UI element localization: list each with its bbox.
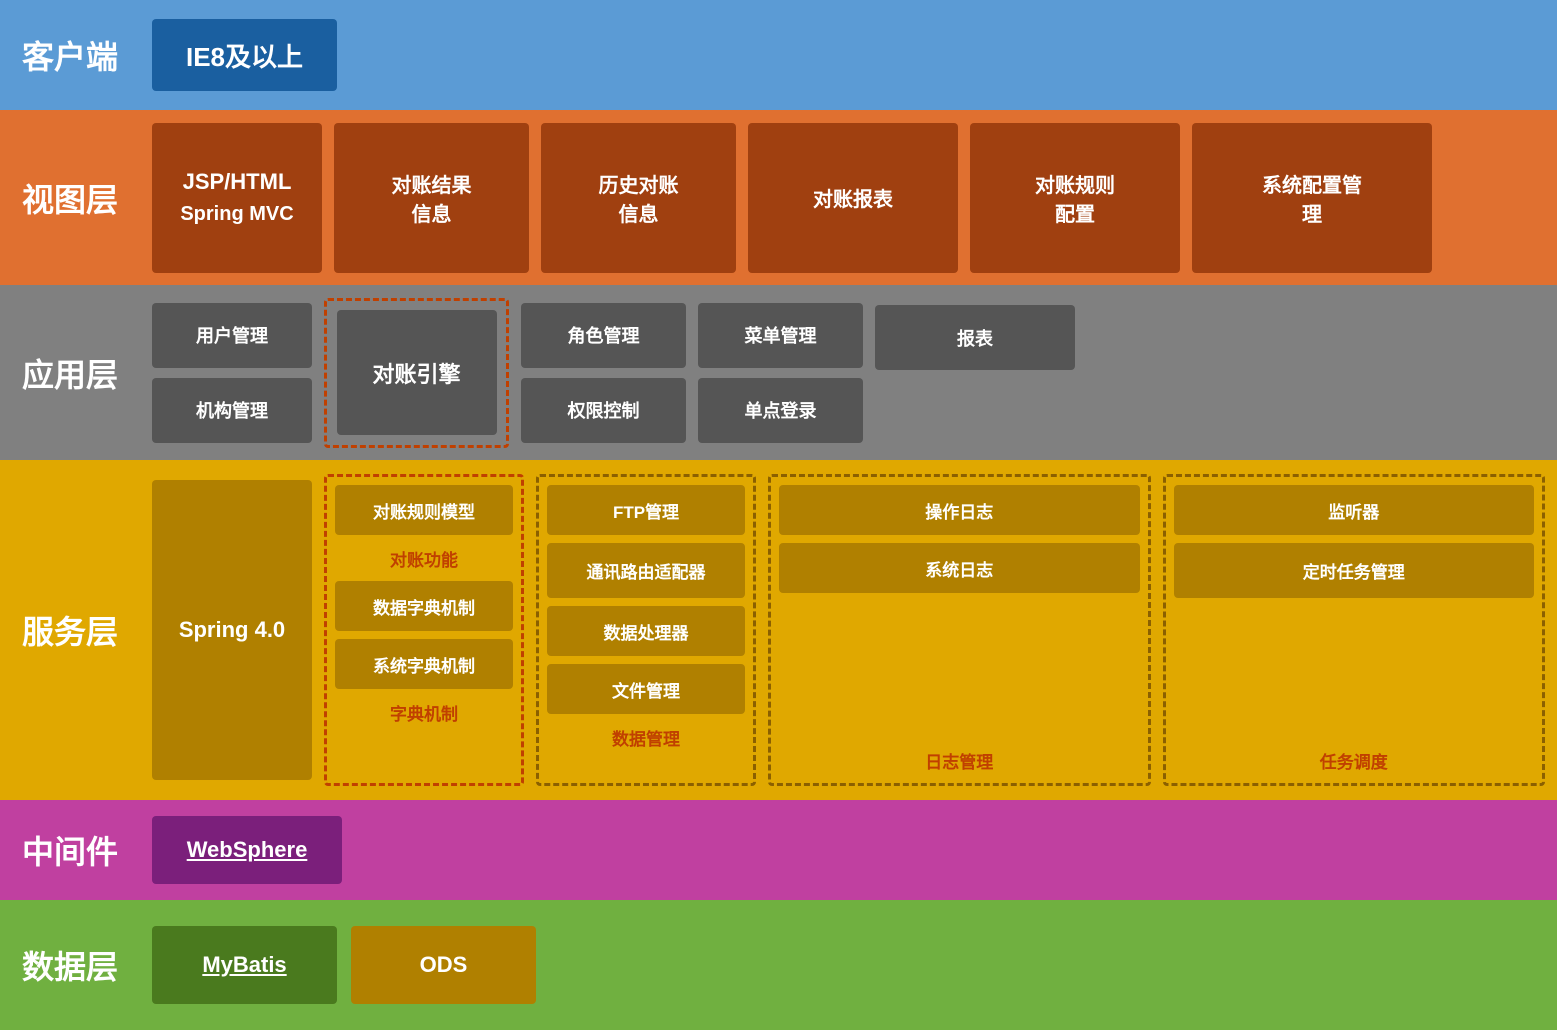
app-left-col: 用户管理 机构管理 (152, 303, 312, 443)
app-mid-col: 角色管理 权限控制 (521, 303, 686, 443)
menu-manage-box: 菜单管理 (698, 303, 863, 368)
role-manage-box: 角色管理 (521, 303, 686, 368)
task-schedule-label: 任务调度 (1174, 745, 1535, 775)
file-manage: 文件管理 (547, 664, 745, 714)
view-box-1: 对账结果信息 (334, 123, 529, 273)
websphere-box: WebSphere (152, 816, 342, 884)
org-manage-box: 机构管理 (152, 378, 312, 443)
reconcile-func-label: 对账功能 (335, 543, 513, 573)
app-label: 应用层 (0, 285, 140, 460)
spring-box: Spring 4.0 (152, 480, 312, 780)
view-tech-box: JSP/HTML Spring MVC (152, 123, 322, 273)
reconcile-engine-box: 对账引擎 (337, 310, 497, 435)
data-dict-mechanism: 数据字典机制 (335, 581, 513, 631)
timer-task: 定时任务管理 (1174, 543, 1535, 598)
service-dashed-4: 监听器 定时任务管理 任务调度 (1163, 474, 1546, 786)
service-dashed-3: 操作日志 系统日志 日志管理 (768, 474, 1151, 786)
data-row: 数据层 MyBatis ODS (0, 900, 1557, 1030)
view-box-4: 对账规则配置 (970, 123, 1180, 273)
middleware-label: 中间件 (0, 800, 140, 900)
view-tech-line2: Spring MVC (180, 203, 293, 226)
view-box-5: 系统配置管理 (1192, 123, 1432, 273)
architecture-diagram: 客户端 IE8及以上 视图层 JSP/HTML Spring MVC 对账结果信… (0, 0, 1557, 1030)
app-right-col: 菜单管理 单点登录 (698, 303, 863, 443)
sys-dict-mechanism: 系统字典机制 (335, 639, 513, 689)
client-label: 客户端 (0, 0, 140, 110)
view-box-3: 对账报表 (748, 123, 958, 273)
service-dashed-2: FTP管理 通讯路由适配器 数据处理器 文件管理 数据管理 (536, 474, 756, 786)
reconcile-rule-model: 对账规则模型 (335, 485, 513, 535)
client-row: 客户端 IE8及以上 (0, 0, 1557, 110)
service-label: 服务层 (0, 460, 140, 800)
log-manage-label: 日志管理 (779, 745, 1140, 775)
middleware-row: 中间件 WebSphere (0, 800, 1557, 900)
ods-box: ODS (351, 926, 536, 1004)
view-box-2: 历史对账信息 (541, 123, 736, 273)
ftp-manage: FTP管理 (547, 485, 745, 535)
op-log: 操作日志 (779, 485, 1140, 535)
view-row: 视图层 JSP/HTML Spring MVC 对账结果信息 历史对账信息 对账… (0, 110, 1557, 285)
view-label: 视图层 (0, 110, 140, 285)
report-box: 报表 (875, 305, 1075, 370)
service-row: 服务层 Spring 4.0 对账规则模型 对账功能 数据字典机制 系统字典机制… (0, 460, 1557, 800)
view-tech-line1: JSP/HTML (183, 169, 292, 195)
auth-control-box: 权限控制 (521, 378, 686, 443)
service-dashed-1: 对账规则模型 对账功能 数据字典机制 系统字典机制 字典机制 (324, 474, 524, 786)
dict-mechanism-label: 字典机制 (335, 697, 513, 727)
mybatis-box: MyBatis (152, 926, 337, 1004)
user-manage-box: 用户管理 (152, 303, 312, 368)
sso-box: 单点登录 (698, 378, 863, 443)
app-dashed-center: 对账引擎 (324, 298, 509, 448)
data-processor: 数据处理器 (547, 606, 745, 656)
sys-log: 系统日志 (779, 543, 1140, 593)
listener: 监听器 (1174, 485, 1535, 535)
data-manage-label: 数据管理 (547, 722, 745, 752)
ie8-box: IE8及以上 (152, 19, 337, 91)
data-label: 数据层 (0, 900, 140, 1030)
app-row: 应用层 用户管理 机构管理 对账引擎 角色管理 权限控制 菜单管理 单点登录 (0, 285, 1557, 460)
comm-router-adapter: 通讯路由适配器 (547, 543, 745, 598)
